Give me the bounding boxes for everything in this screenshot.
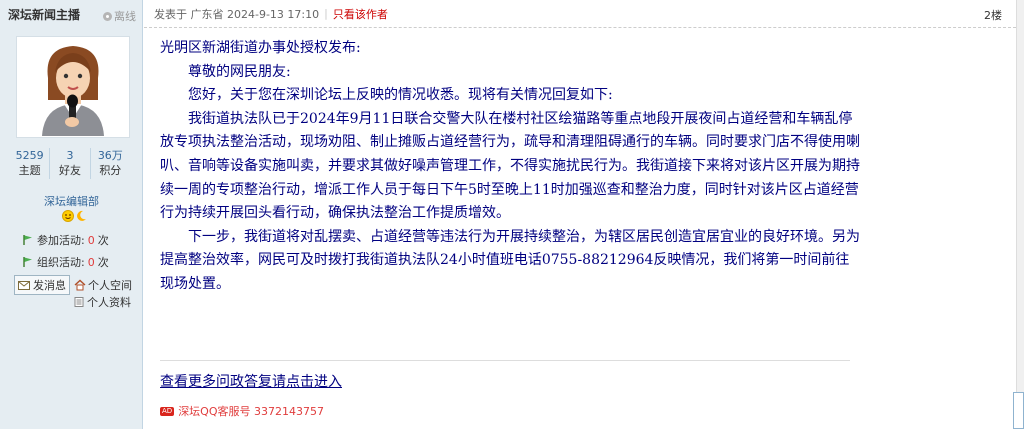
post-body: 光明区新湖街道办事处授权发布: 尊敬的网民朋友: 您好，关于您在深圳论坛上反映的… xyxy=(160,37,860,297)
profile-label: 个人资料 xyxy=(87,296,131,309)
user-group[interactable]: 深坛编辑部 xyxy=(0,193,143,209)
post-paragraph: 下一步，我街道将对乱摆卖、占道经营等违法行为开展持续整治，为辖区居民创造宜居宜业… xyxy=(160,228,860,292)
stat-value: 36万 xyxy=(97,149,123,162)
post-content-area: 发表于 广东省 2024-9-13 17:10 | 只看该作者 2楼 光明区新湖… xyxy=(144,0,1016,429)
document-icon xyxy=(74,297,84,307)
stat-value: 5259 xyxy=(15,149,44,162)
side-widget[interactable] xyxy=(1013,392,1024,429)
avatar[interactable] xyxy=(16,36,130,138)
stat-label: 积分 xyxy=(99,164,122,177)
send-message-label: 发消息 xyxy=(33,279,66,292)
ad-link[interactable]: AD 深坛QQ客服号 3372143757 xyxy=(160,403,324,419)
activity-unit: 次 xyxy=(97,234,109,247)
stat-label: 好友 xyxy=(58,164,81,177)
flag-icon xyxy=(23,235,32,245)
personal-space-label: 个人空间 xyxy=(88,279,132,292)
content-divider xyxy=(160,360,850,361)
more-replies-link[interactable]: 查看更多问政答复请点击进入 xyxy=(160,371,342,391)
ad-text: 深坛QQ客服号 3372143757 xyxy=(178,405,324,418)
page-scrollbar[interactable] xyxy=(1016,0,1024,429)
online-status: 离线 xyxy=(103,8,136,24)
post-paragraph: 您好，关于您在深圳论坛上反映的情况收悉。现将有关情况回复如下: xyxy=(188,87,613,104)
home-icon xyxy=(74,279,86,291)
activity-count: 0 xyxy=(87,233,95,247)
meta-separator: | xyxy=(324,7,328,20)
post-heading: 光明区新湖街道办事处授权发布: xyxy=(160,40,361,56)
post-meta: 发表于 广东省 2024-9-13 17:10 xyxy=(154,7,320,21)
envelope-icon xyxy=(18,280,30,290)
personal-space-link[interactable]: 个人空间 xyxy=(74,277,132,293)
stat-topics[interactable]: 5259 主题 xyxy=(10,148,51,179)
moon-icon xyxy=(77,210,86,221)
stat-points[interactable]: 36万 积分 xyxy=(91,148,130,179)
post-paragraph: 我街道执法队已于2024年9月11日联合交警大队在楼村社区绘猫路等重点地段开展夜… xyxy=(160,110,860,222)
stat-label: 主题 xyxy=(18,164,41,177)
stat-value: 3 xyxy=(66,149,74,162)
author-name[interactable]: 深坛新闻主播 xyxy=(8,6,80,23)
stat-friends[interactable]: 3 好友 xyxy=(50,148,91,179)
floor-number[interactable]: 2楼 xyxy=(984,7,1002,23)
send-message-button[interactable]: 发消息 xyxy=(14,275,70,295)
only-author-link[interactable]: 只看该作者 xyxy=(333,6,388,22)
smiley-icon xyxy=(62,210,74,222)
profile-link[interactable]: 个人资料 xyxy=(74,294,131,310)
ad-badge: AD xyxy=(160,406,175,416)
news-anchor-avatar-icon xyxy=(42,46,104,136)
flag-icon xyxy=(23,257,32,267)
activity-joined: 参加活动: 0 次 xyxy=(22,232,109,248)
author-actions: 发消息 个人空间 xyxy=(14,275,132,295)
offline-icon xyxy=(103,11,112,21)
author-sidebar: 深坛新闻主播 离线 5259 主题 3 好友 36万 积分 深坛编辑部 参加活动… xyxy=(0,0,143,429)
post-meta-bar: 发表于 广东省 2024-9-13 17:10 | 只看该作者 2楼 xyxy=(144,0,1016,28)
author-stats: 5259 主题 3 好友 36万 积分 xyxy=(10,148,130,179)
medals xyxy=(62,210,87,222)
author-header: 深坛新闻主播 离线 xyxy=(0,0,142,28)
activity-unit: 次 xyxy=(97,256,109,269)
activity-label: 组织活动: xyxy=(37,256,85,269)
post-greeting: 尊敬的网民朋友: xyxy=(188,63,291,80)
status-label: 离线 xyxy=(114,10,136,23)
activity-count: 0 xyxy=(87,255,95,269)
activity-label: 参加活动: xyxy=(37,234,85,247)
activity-organized: 组织活动: 0 次 xyxy=(22,254,109,270)
